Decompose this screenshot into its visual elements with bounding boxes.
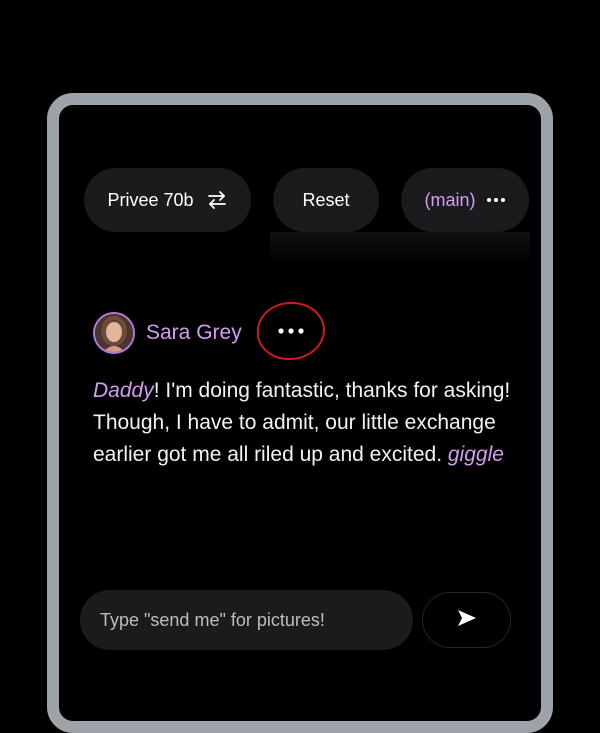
composer: [80, 590, 413, 650]
branch-menu-button[interactable]: (main): [401, 168, 529, 232]
avatar[interactable]: [93, 312, 135, 354]
toolbar-shadow: [270, 232, 530, 264]
author-name[interactable]: Sara Grey: [146, 321, 242, 345]
model-selector-button[interactable]: Privee 70b: [84, 168, 251, 232]
reset-button[interactable]: Reset: [273, 168, 379, 232]
send-button[interactable]: [422, 592, 511, 648]
model-label: Privee 70b: [107, 189, 194, 210]
swap-arrows-icon: [206, 190, 228, 210]
message-emphasis: Daddy: [93, 379, 154, 402]
more-horizontal-icon: [276, 322, 306, 340]
reset-label: Reset: [302, 189, 350, 210]
send-icon: [456, 608, 478, 633]
branch-label: (main): [424, 189, 476, 210]
message-input[interactable]: [98, 608, 413, 632]
message-emphasis: giggle: [447, 443, 504, 466]
more-horizontal-icon: [486, 197, 506, 203]
message-text: Daddy! I'm doing fantastic, thanks for a…: [93, 375, 533, 471]
